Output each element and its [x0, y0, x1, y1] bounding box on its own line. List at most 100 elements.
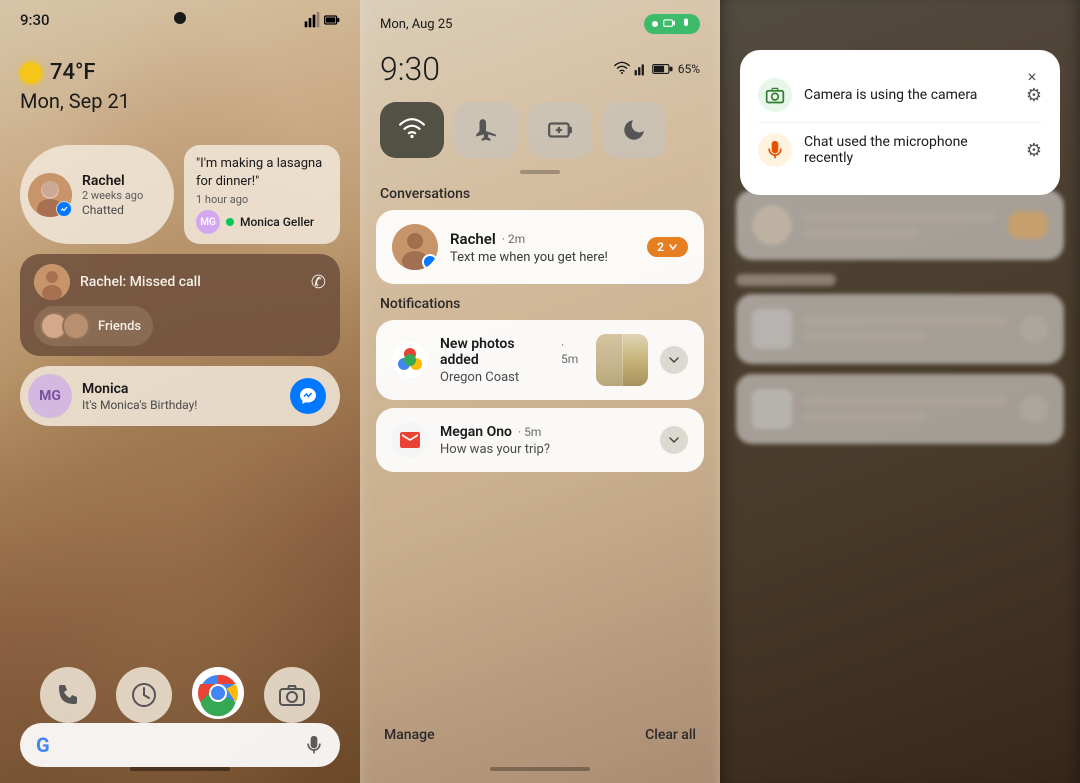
home-time: 9:30	[20, 11, 50, 29]
google-photos-icon	[394, 344, 426, 376]
email-title-row: Megan Ono · 5m	[440, 424, 648, 440]
dark-mode-toggle[interactable]	[602, 102, 666, 158]
blurred-card-2	[736, 294, 1064, 364]
monica-quote-person: MG Monica Geller	[196, 210, 328, 234]
missed-call-chip: Rachel: Missed call ✆	[34, 264, 326, 300]
photos-title-row: New photos added · 5m	[440, 336, 584, 368]
monica-birthday-chip[interactable]: MG Monica It's Monica's Birthday!	[20, 366, 340, 426]
clock-icon	[130, 681, 158, 709]
notif-time-display: 9:30	[380, 50, 440, 88]
photos-app-icon	[392, 342, 428, 378]
photos-notif-subtitle: Oregon Coast	[440, 370, 584, 385]
blurred-notifications	[736, 190, 1064, 454]
friend-avatar-2	[62, 312, 90, 340]
rachel-missed-section[interactable]: Rachel: Missed call ✆ Friends	[20, 254, 340, 356]
notifications-scroll-area[interactable]: Conversations Rachel · 2m	[360, 186, 720, 715]
people-row-1: Rachel 2 weeks ago Chatted "I'm making a…	[20, 145, 340, 244]
badge-count: 2	[657, 240, 664, 254]
close-button[interactable]: ×	[1020, 64, 1044, 88]
battery-icon	[324, 12, 340, 28]
blurred-avatar-3	[752, 389, 792, 429]
clock-dock-icon[interactable]	[116, 667, 172, 723]
phone-dock-icon[interactable]	[40, 667, 96, 723]
notif-status-right	[644, 14, 700, 34]
notifications-section-label: Notifications	[376, 296, 704, 312]
signal-icon	[304, 12, 320, 28]
messenger-chat-icon	[299, 387, 317, 405]
camera-dock-icon[interactable]	[264, 667, 320, 723]
missed-call-text: Rachel: Missed call	[80, 274, 201, 290]
email-chevron-down-icon	[668, 434, 680, 446]
home-status-icons	[304, 12, 340, 28]
rachel-name: Rachel	[82, 173, 160, 189]
recording-pill	[644, 14, 700, 34]
missed-call-icon: ✆	[311, 272, 326, 293]
email-message: How was your trip?	[440, 442, 648, 457]
chrome-dock-icon[interactable]	[192, 667, 244, 719]
conversation-card-rachel[interactable]: Rachel · 2m Text me when you get here! 2	[376, 210, 704, 284]
email-notif-row: Megan Ono · 5m How was your trip?	[392, 422, 688, 458]
conversation-avatar	[392, 224, 438, 270]
camera-dot	[174, 12, 186, 24]
blurred-line-top-3	[804, 396, 1008, 406]
conv-sender-name: Rachel	[450, 230, 496, 248]
camera-perm-text: Camera is using the camera	[804, 87, 1014, 103]
blurred-line-top-1	[804, 212, 996, 222]
friends-avatar-stack	[40, 312, 90, 340]
blurred-line-bottom-3	[804, 412, 926, 422]
blurred-badge-1	[1008, 211, 1048, 239]
permission-panel: × Camera is using the camera ⚙	[720, 0, 1080, 783]
wifi-toggle[interactable]	[380, 102, 444, 158]
missed-call-avatar	[34, 264, 70, 300]
email-notification-card[interactable]: Megan Ono · 5m How was your trip?	[376, 408, 704, 472]
home-nav-bar	[0, 755, 360, 783]
camera-permission-item: Camera is using the camera ⚙	[758, 68, 1042, 122]
google-g-logo: G	[36, 733, 50, 757]
mic-settings-icon[interactable]: ⚙	[1026, 140, 1042, 161]
battery-saver-toggle[interactable]	[528, 102, 592, 158]
monica-avatar: MG	[28, 374, 72, 418]
friends-chip[interactable]: Friends	[34, 306, 153, 346]
blurred-avatar-1	[752, 205, 792, 245]
moon-icon	[621, 117, 647, 143]
date-display: Mon, Sep 21	[20, 89, 130, 113]
monica-name: Monica	[82, 381, 280, 397]
mic-perm-icon	[758, 133, 792, 167]
blurred-line-bottom-1	[804, 228, 919, 238]
manage-button[interactable]: Manage	[384, 727, 435, 743]
airplane-toggle[interactable]	[454, 102, 518, 158]
rachel-info: Rachel 2 weeks ago Chatted	[82, 173, 160, 217]
blurred-expand-2	[1020, 315, 1048, 343]
email-expand-btn[interactable]	[660, 426, 688, 454]
camera-perm-icon	[758, 78, 792, 112]
home-screen: 9:30 74°F Mon, Sep 21	[0, 0, 360, 783]
clear-all-button[interactable]: Clear all	[645, 727, 696, 743]
microphone-icon[interactable]	[304, 735, 324, 755]
photos-notif-title: New photos added	[440, 336, 555, 368]
photos-notification-card[interactable]: New photos added · 5m Oregon Coast	[376, 320, 704, 400]
monica-quote-bubble[interactable]: "I'm making a lasagna for dinner!" 1 hou…	[184, 145, 340, 244]
photos-thumbnail	[596, 334, 648, 386]
phone-icon	[54, 681, 82, 709]
notifications-footer: Manage Clear all	[360, 715, 720, 755]
email-notif-content: Megan Ono · 5m How was your trip?	[440, 424, 648, 457]
monica-birthday-text: It's Monica's Birthday!	[82, 398, 280, 412]
weather-temp-row: 74°F	[20, 60, 130, 85]
photos-notif-content: New photos added · 5m Oregon Coast	[440, 336, 584, 385]
message-count-badge[interactable]: 2	[647, 237, 688, 257]
rachel-chip[interactable]: Rachel 2 weeks ago Chatted	[20, 145, 174, 244]
notif-bottom-pill	[490, 767, 590, 771]
monica-quote-text: "I'm making a lasagna for dinner!"	[196, 155, 328, 190]
blurred-lines-1	[804, 212, 996, 238]
email-sender: Megan Ono	[440, 424, 512, 440]
rachel-missed-avatar-img	[34, 264, 70, 300]
camera-perm-svg	[765, 85, 785, 105]
monica-quote-name: Monica Geller	[240, 215, 314, 229]
battery-icon-notif	[652, 62, 674, 76]
screen-record-icon	[662, 17, 676, 31]
rachel-action: Chatted	[82, 203, 160, 217]
quick-toggles	[360, 96, 720, 170]
blurred-lines-3	[804, 396, 1008, 422]
blurred-avatar-2	[752, 309, 792, 349]
photos-expand-btn[interactable]	[660, 346, 688, 374]
